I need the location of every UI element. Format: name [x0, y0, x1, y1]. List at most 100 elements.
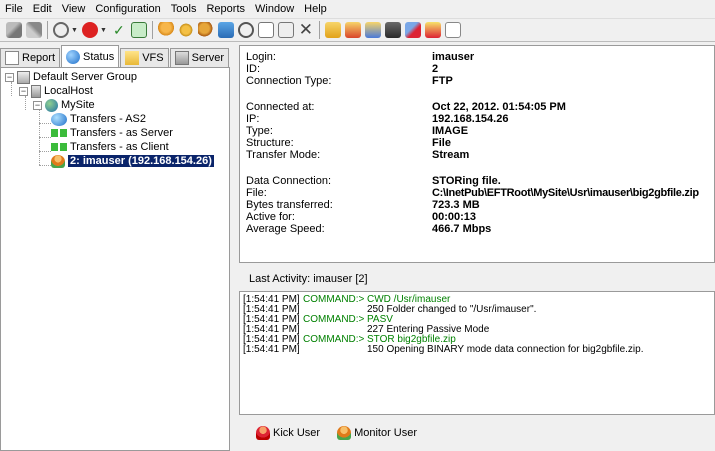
tab-server[interactable]: Server [169, 48, 230, 67]
last-activity-title: Last Activity: imauser [2] [239, 269, 715, 289]
menu-tools[interactable]: Tools [166, 0, 202, 18]
monitor-user-icon [337, 426, 352, 440]
bytes-transferred-label: Bytes transferred: [246, 199, 333, 211]
collapse-icon[interactable]: − [19, 86, 28, 96]
id-value: 2 [432, 63, 439, 75]
document-icon[interactable] [444, 22, 461, 38]
users-icon[interactable] [157, 22, 174, 38]
log-time: [1:54:41 PM] [243, 344, 300, 355]
wizard-icon[interactable] [404, 22, 421, 38]
toolbar-separator [47, 21, 48, 39]
kick-user-icon [256, 426, 270, 440]
collapse-icon[interactable]: − [5, 72, 14, 82]
chevron-down-icon[interactable]: ▼ [71, 27, 78, 34]
data-connection-label: Data Connection: [246, 175, 331, 187]
tree-node-label: LocalHost [44, 85, 93, 97]
tree-node-label: Transfers - AS2 [70, 113, 147, 125]
tree-node-user-imauser[interactable]: 2: imauser (192.168.154.26) [51, 154, 214, 168]
find-user-icon[interactable] [237, 22, 254, 38]
tree-node-transfers-as2[interactable]: Transfers - AS2 [51, 112, 146, 126]
tree-line [39, 151, 51, 152]
tree-node-label: Transfers - as Server [70, 127, 173, 139]
refresh-icon[interactable] [130, 22, 147, 38]
tree-line [39, 123, 51, 124]
tree-node-label: Default Server Group [33, 71, 137, 83]
user-icon [51, 154, 65, 168]
log-message: 150 Opening BINARY mode data connection … [367, 344, 644, 355]
event-rule-icon[interactable] [324, 22, 341, 38]
tree-line [25, 96, 26, 110]
tree-node-localhost[interactable]: − LocalHost [19, 84, 93, 98]
tab-status-label: Status [83, 50, 115, 63]
menu-file[interactable]: File [0, 0, 28, 18]
copy-icon[interactable] [277, 22, 294, 38]
log-command: COMMAND:> [303, 294, 365, 305]
chevron-down-icon[interactable]: ▼ [100, 27, 107, 34]
tab-status[interactable]: Status [61, 45, 120, 67]
disconnect-icon[interactable] [26, 22, 42, 38]
menu-help[interactable]: Help [299, 0, 332, 18]
structure-label: Structure: [246, 137, 294, 149]
tree-node-transfers-server[interactable]: Transfers - as Server [51, 126, 173, 140]
server-icon [174, 51, 189, 65]
transfer-mode-value: Stream [432, 149, 470, 161]
monitor-user-button[interactable]: Monitor User [337, 426, 417, 440]
tree-node-label: MySite [61, 99, 95, 111]
menu-window[interactable]: Window [250, 0, 299, 18]
tree-line [39, 165, 51, 166]
kick-user-label: Kick User [273, 427, 321, 439]
stop-server-icon[interactable] [81, 22, 98, 38]
report-icon[interactable] [257, 22, 274, 38]
connect-icon[interactable] [6, 22, 22, 38]
monitor-icon[interactable] [384, 22, 401, 38]
server-group-icon [17, 70, 30, 84]
transfer-mode-label: Transfer Mode: [246, 149, 321, 161]
tree-line [11, 82, 12, 96]
right-pane: Login: imauser ID: 2 Connection Type: FT… [239, 45, 715, 451]
connected-at-value: Oct 22, 2012. 01:54:05 PM [432, 101, 566, 113]
connection-type-label: Connection Type: [246, 75, 332, 87]
gear-icon[interactable] [177, 22, 194, 38]
toolbar: ▼ ▼ ✓ ✕ [0, 18, 715, 42]
delete-icon[interactable]: ✕ [298, 21, 314, 38]
server-icon [31, 84, 41, 98]
tree-node-label: Transfers - as Client [70, 141, 169, 153]
start-server-icon[interactable] [53, 22, 69, 38]
tree-node-transfers-client[interactable]: Transfers - as Client [51, 140, 169, 154]
connection-details: Login: imauser ID: 2 Connection Type: FT… [239, 45, 715, 263]
tree-node-server-group[interactable]: − Default Server Group [5, 70, 137, 84]
login-value: imauser [432, 51, 475, 63]
tab-server-label: Server [191, 52, 225, 64]
ip-value: 192.168.154.26 [432, 113, 509, 125]
menu-edit[interactable]: Edit [28, 0, 57, 18]
kick-user-button[interactable]: Kick User [256, 426, 320, 440]
status-tree: − Default Server Group − LocalHost − MyS… [0, 67, 230, 451]
connection-type-value: FTP [432, 75, 453, 87]
tab-report[interactable]: Report [0, 48, 61, 67]
tree-line [39, 137, 51, 138]
left-pane: Report Status VFS Server − Default Serve… [0, 45, 232, 451]
add-site-icon[interactable] [217, 22, 234, 38]
collapse-icon[interactable]: − [33, 100, 42, 110]
menu-configuration[interactable]: Configuration [90, 0, 165, 18]
tree-node-label: 2: imauser (192.168.154.26) [68, 155, 214, 167]
license-icon[interactable] [424, 22, 441, 38]
login-label: Login: [246, 51, 276, 63]
type-label: Type: [246, 125, 273, 137]
user-settings-icon[interactable] [197, 22, 214, 38]
event-folder-icon[interactable] [344, 22, 361, 38]
action-bar: Kick User Monitor User [239, 415, 715, 451]
bytes-transferred-value: 723.3 MB [432, 199, 480, 211]
tab-vfs-label: VFS [142, 52, 164, 64]
menu-reports[interactable]: Reports [201, 0, 250, 18]
log-command: COMMAND:> [303, 314, 365, 325]
apply-check-icon[interactable]: ✓ [111, 22, 127, 38]
activity-log: [1:54:41 PM] COMMAND:> CWD /Usr/imauser … [239, 291, 715, 415]
file-value: C:\InetPub\EFTRoot\MySite\Usr\imauser\bi… [432, 187, 699, 199]
event-list-icon[interactable] [364, 22, 381, 38]
site-globe-icon [45, 98, 58, 112]
tree-node-mysite[interactable]: − MySite [33, 98, 95, 112]
tab-vfs[interactable]: VFS [120, 48, 169, 67]
menu-bar: File Edit View Configuration Tools Repor… [0, 0, 715, 18]
menu-view[interactable]: View [57, 0, 91, 18]
